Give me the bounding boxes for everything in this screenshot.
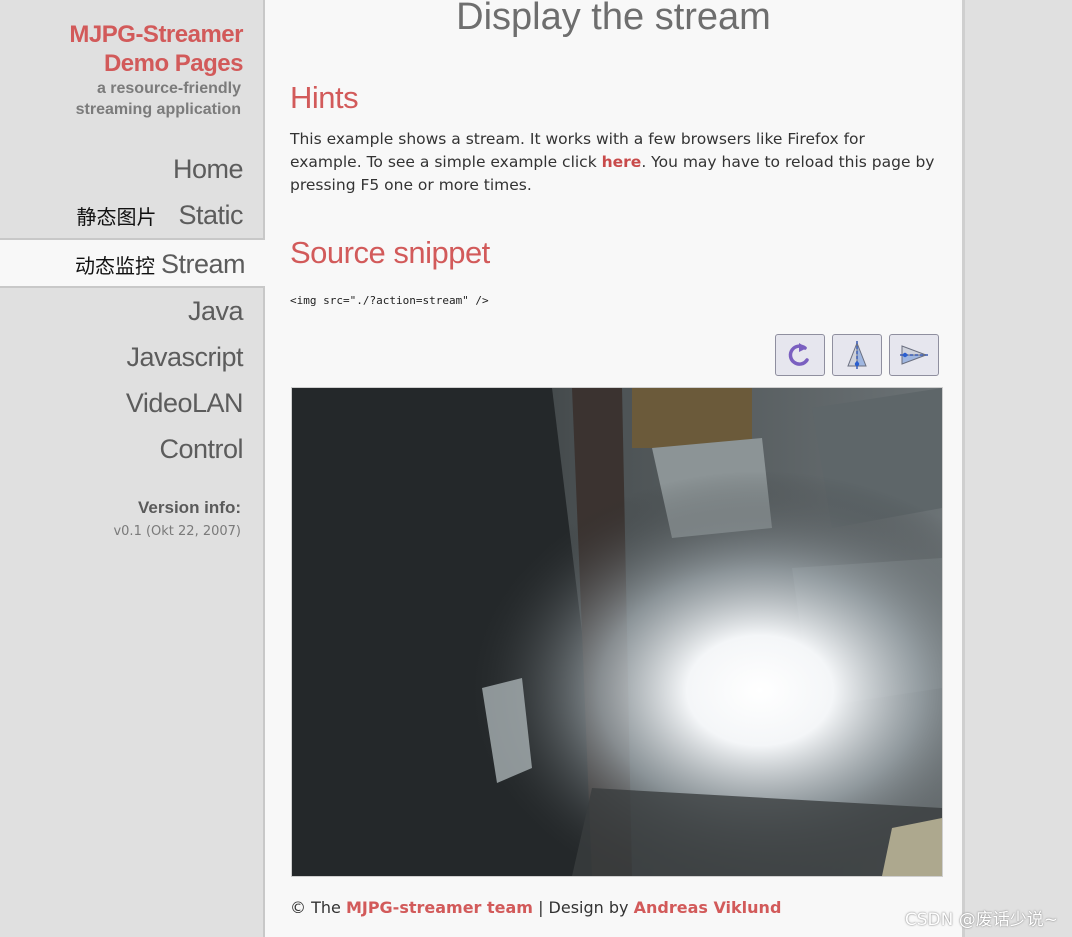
version-info: Version info: v0.1 (Okt 22, 2007)	[113, 498, 241, 539]
flip-horizontal-icon	[900, 345, 928, 365]
site-logo[interactable]: MJPG-Streamer Demo Pages a resource-frie…	[69, 20, 243, 120]
tagline-line1: a resource-friendly	[96, 80, 241, 97]
camera-frame-image	[292, 388, 942, 876]
nav-item-home[interactable]: Home	[0, 146, 263, 192]
nav-label-videolan: VideoLAN	[125, 388, 244, 418]
footer-separator: | Design by	[532, 898, 634, 917]
hints-heading: Hints	[290, 80, 359, 115]
rotate-button[interactable]	[775, 334, 825, 376]
main-content: Display the stream Hints This example sh…	[265, 0, 965, 937]
csdn-watermark: CSDN @废话少说~	[904, 910, 1058, 930]
rotate-icon	[788, 343, 809, 366]
flip-vertical-icon	[847, 341, 867, 369]
logo-title-line1: MJPG-Streamer	[69, 21, 243, 48]
here-link[interactable]: here	[602, 153, 642, 171]
nav-item-javascript[interactable]: Javascript	[0, 334, 263, 380]
footer-prefix: © The	[290, 898, 346, 917]
nav-label-javascript: Javascript	[126, 342, 243, 372]
nav-label-control: Control	[159, 434, 243, 464]
tagline-line2: streaming application	[75, 101, 241, 118]
nav-cn-label-stream: 动态监控	[74, 256, 155, 278]
nav-item-videolan[interactable]: VideoLAN	[0, 380, 263, 426]
nav-cn-label-static: 静态图片	[76, 207, 157, 229]
flip-horizontal-button[interactable]	[889, 334, 939, 376]
footer: © The MJPG-streamer team | Design by And…	[290, 898, 781, 917]
nav-item-java[interactable]: Java	[0, 288, 263, 334]
nav-label-home: Home	[172, 154, 244, 184]
hints-paragraph: This example shows a stream. It works wi…	[290, 128, 940, 197]
version-text: v0.1 (Okt 22, 2007)	[113, 524, 241, 539]
flip-vertical-button[interactable]	[832, 334, 882, 376]
stream-image	[291, 387, 943, 877]
sidebar: MJPG-Streamer Demo Pages a resource-frie…	[0, 0, 265, 937]
source-code: <img src="./?action=stream" />	[290, 294, 489, 307]
nav-item-control[interactable]: Control	[0, 426, 263, 472]
main-nav: Home 静态图片 Static 动态监控 Stream Java Javascri…	[0, 146, 265, 472]
nav-item-static[interactable]: 静态图片 Static	[0, 192, 263, 238]
version-heading: Version info:	[138, 498, 241, 517]
logo-title-line2: Demo Pages	[103, 50, 244, 77]
nav-label-static: Static	[178, 200, 243, 230]
nav-label-stream: Stream	[160, 249, 246, 279]
source-snippet-heading: Source snippet	[290, 235, 490, 270]
nav-item-stream[interactable]: 动态监控 Stream	[0, 238, 265, 288]
nav-label-java: Java	[187, 296, 244, 326]
designer-link[interactable]: Andreas Viklund	[634, 898, 782, 917]
page-title: Display the stream	[456, 0, 771, 38]
team-link[interactable]: MJPG-streamer team	[346, 898, 533, 917]
